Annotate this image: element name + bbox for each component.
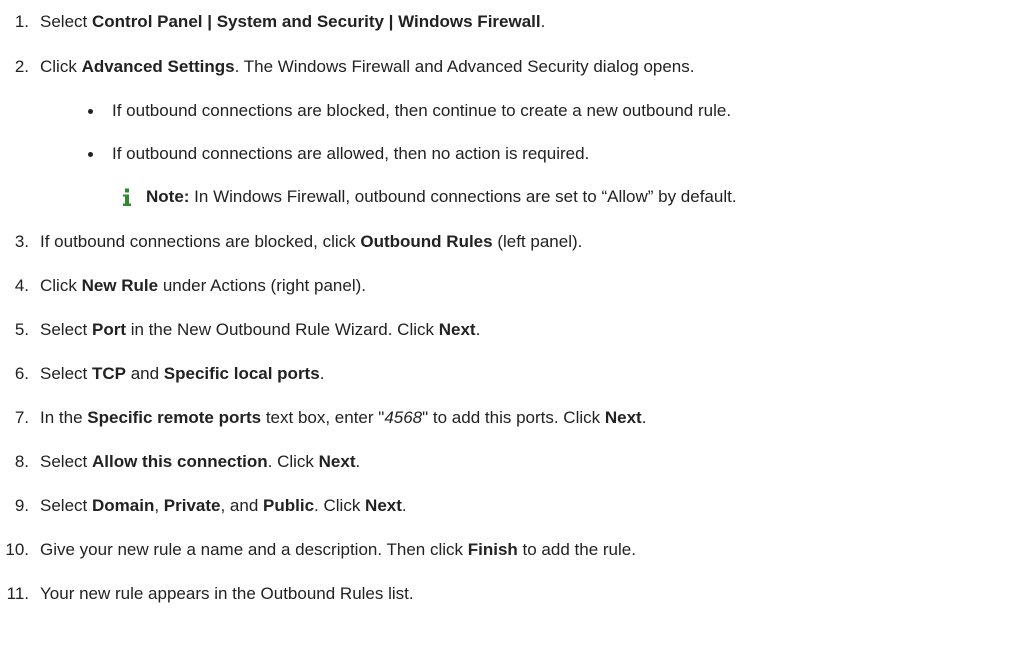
step-text-part: In the [40, 408, 88, 427]
step-text-part: . Click [267, 452, 319, 471]
step-bold-text: Outbound Rules [360, 232, 493, 251]
step-text-part: Click [40, 57, 82, 76]
bullet-text: If outbound connections are blocked, the… [112, 101, 732, 120]
step-number: 2. [14, 57, 29, 76]
step-text: Select TCP and Specific local ports. [40, 362, 324, 386]
step-number: 7. [14, 408, 29, 427]
step-text: Click Advanced Settings. The Windows Fir… [40, 55, 695, 79]
step-text-part: text box, enter " [261, 408, 385, 427]
step-number: 8. [14, 452, 29, 471]
note-text: Note: In Windows Firewall, outbound conn… [146, 185, 737, 209]
step-text-part: under Actions (right panel). [158, 276, 366, 295]
step-bold-text: Private [163, 496, 221, 515]
step-text-part: Select [40, 320, 92, 339]
step-text-part: . Click [314, 496, 366, 515]
step-text: Give your new rule a name and a descript… [40, 538, 636, 562]
step-text-part: , and [220, 496, 264, 515]
step-italic-text: 4568 [384, 408, 423, 427]
step-bold-text: Advanced Settings [81, 57, 235, 76]
step-text-part: " to add this ports. Click [422, 408, 605, 427]
step-bold-text: Next [318, 452, 356, 471]
step-text: Click New Rule under Actions (right pane… [40, 274, 366, 298]
step-text-part: . The Windows Firewall and Advanced Secu… [234, 57, 695, 76]
step-bold-text: Next [604, 408, 642, 427]
step-bold-text: Control Panel | System and Security | Wi… [91, 12, 541, 31]
step-bold-text: Domain [91, 496, 155, 515]
note-body: In Windows Firewall, outbound connection… [189, 187, 737, 206]
step-text-part: Select [40, 364, 92, 383]
step-bold-text: Allow this connection [91, 452, 268, 471]
step-bold-text: TCP [91, 364, 126, 383]
step-text-part: If outbound connections are blocked, cli… [40, 232, 361, 251]
step-bold-text: Public [263, 496, 315, 515]
step-bold-text: Specific remote ports [87, 408, 262, 427]
step-text: Select Control Panel | System and Securi… [40, 10, 545, 34]
step-bold-text: Finish [467, 540, 518, 559]
step-text-part: and [125, 364, 164, 383]
step-bold-text: Specific local ports [163, 364, 320, 383]
step-text-part: (left panel). [492, 232, 583, 251]
step-text-part: . [355, 452, 361, 471]
step-text-part: Click [40, 276, 82, 295]
step-number: 9. [14, 496, 29, 515]
step-text-part: Your new rule appears in the Outbound Ru… [40, 584, 414, 603]
step-text-part: Select [40, 496, 92, 515]
step-bold-text: Next [438, 320, 476, 339]
step-text: Select Port in the New Outbound Rule Wiz… [40, 318, 480, 342]
step-text-part: . [401, 496, 407, 515]
step-text: In the Specific remote ports text box, e… [40, 406, 646, 430]
info-icon [123, 188, 131, 206]
step-number: 1. [14, 12, 29, 31]
bullet-icon [88, 109, 93, 114]
step-text-part: Select [40, 452, 92, 471]
step-number: 11. [6, 584, 29, 603]
step-text-part: to add the rule. [517, 540, 636, 559]
step-text-part: . [319, 364, 325, 383]
step-text: If outbound connections are blocked, cli… [40, 230, 582, 254]
step-text-part: Select [40, 12, 92, 31]
step-text-part: . [475, 320, 481, 339]
step-text-part: . [540, 12, 546, 31]
step-text-part: , [154, 496, 164, 515]
step-text-part: in the New Outbound Rule Wizard. Click [125, 320, 439, 339]
bullet-icon [88, 152, 93, 157]
step-bold-text: Next [365, 496, 402, 515]
step-text: Select Domain, Private, and Public. Clic… [40, 494, 407, 518]
step-number: 6. [14, 364, 29, 383]
note-label: Note: [146, 187, 190, 206]
step-bold-text: New Rule [81, 276, 159, 295]
step-bold-text: Port [91, 320, 126, 339]
step-number: 10. [5, 540, 29, 559]
step-number: 5. [14, 320, 29, 339]
step-text: Your new rule appears in the Outbound Ru… [40, 582, 414, 606]
step-text: Select Allow this connection. Click Next… [40, 450, 360, 474]
step-text-part: Give your new rule a name and a descript… [40, 540, 468, 559]
step-number: 4. [14, 276, 29, 295]
step-text-part: . [641, 408, 647, 427]
step-number: 3. [14, 232, 29, 251]
bullet-text: If outbound connections are allowed, the… [112, 144, 590, 163]
